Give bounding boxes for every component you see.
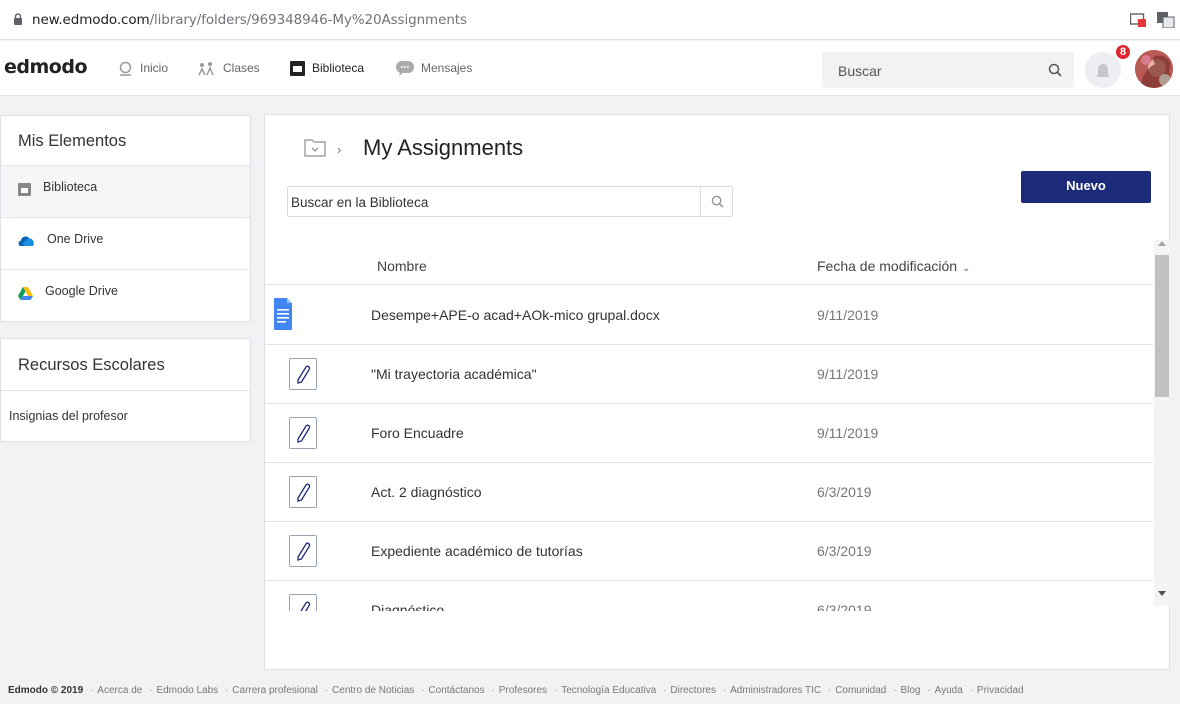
footer-link[interactable]: Privacidad: [977, 685, 1024, 696]
nav-clases[interactable]: Clases: [198, 59, 260, 77]
file-name: Foro Encuadre: [371, 425, 464, 441]
search-icon[interactable]: [1048, 63, 1062, 77]
sidebar-item-label: One Drive: [47, 232, 104, 246]
table-row[interactable]: Foro Encuadre 9/11/2019: [265, 404, 1153, 463]
top-navigation: edmodo Inicio Clases Biblioteca Mensajes…: [0, 41, 1180, 96]
edmodo-logo[interactable]: edmodo: [4, 56, 88, 78]
table-scrollbar[interactable]: [1154, 240, 1170, 606]
translate-icon[interactable]: [1157, 12, 1175, 28]
library-search-value: Buscar en la Biblioteca: [291, 195, 429, 210]
lock-icon: [14, 13, 22, 25]
assignment-pencil-icon: [289, 417, 317, 449]
table-header: Nombre Fecha de modificación ⌄: [265, 241, 1153, 285]
my-items-panel: Mis Elementos Biblioteca One Drive Googl…: [0, 115, 251, 322]
file-name: Desempe+APE-o acad+AOk-mico grupal.docx: [371, 307, 660, 323]
footer-copyright: Edmodo © 2019: [8, 685, 84, 696]
nav-inicio-label: Inicio: [140, 61, 169, 75]
scroll-up-arrow-icon[interactable]: [1158, 241, 1166, 246]
table-row[interactable]: Expediente académico de tutorías 6/3/201…: [265, 522, 1153, 581]
column-header-name[interactable]: Nombre: [377, 258, 427, 274]
cast-icon[interactable]: [1130, 13, 1146, 27]
sidebar-item-biblioteca[interactable]: Biblioteca: [1, 166, 250, 218]
footer-link[interactable]: Centro de Noticias: [332, 685, 414, 696]
sidebar-item-onedrive[interactable]: One Drive: [1, 218, 250, 270]
messages-icon: [396, 60, 414, 76]
table-row[interactable]: Diagnóstico 6/3/2019: [265, 581, 1153, 611]
footer-link[interactable]: Tecnología Educativa: [561, 685, 656, 696]
search-divider: [700, 187, 701, 216]
sort-chevron-down-icon: ⌄: [962, 263, 971, 274]
library-search-input[interactable]: Buscar en la Biblioteca: [287, 186, 733, 217]
sidebar-item-label: Biblioteca: [43, 180, 98, 194]
google-doc-icon: [274, 298, 292, 330]
sidebar-item-google-drive[interactable]: Google Drive: [1, 270, 250, 322]
footer-link[interactable]: Edmodo Labs: [156, 685, 218, 696]
footer-link[interactable]: Acerca de: [97, 685, 142, 696]
footer-link[interactable]: Comunidad: [835, 685, 886, 696]
breadcrumb-chevron-icon: ›: [337, 142, 342, 157]
library-icon: [18, 183, 31, 196]
global-search-placeholder: Buscar: [838, 63, 882, 79]
google-drive-icon: [18, 287, 33, 300]
page-title: My Assignments: [363, 135, 524, 160]
footer-link[interactable]: Ayuda: [935, 685, 963, 696]
notification-badge: 8: [1114, 43, 1132, 61]
nav-biblioteca[interactable]: Biblioteca: [290, 59, 364, 77]
url-host: new.edmodo.com: [32, 12, 150, 28]
assignment-pencil-icon: [289, 476, 317, 508]
browser-address-bar[interactable]: new.edmodo.com/library/folders/969348946…: [0, 0, 1180, 40]
user-avatar[interactable]: [1135, 50, 1173, 88]
nav-clases-label: Clases: [223, 61, 260, 75]
file-name: "Mi trayectoria académica": [371, 366, 537, 382]
file-date: 9/11/2019: [817, 307, 879, 323]
assignment-pencil-icon: [289, 594, 317, 611]
assignment-pencil-icon: [289, 358, 317, 390]
global-search-input[interactable]: Buscar: [822, 52, 1074, 88]
file-name: Act. 2 diagnóstico: [371, 484, 482, 500]
file-date: 9/11/2019: [817, 425, 879, 441]
folder-icon[interactable]: [304, 137, 326, 157]
school-resources-title: Recursos Escolares: [1, 339, 250, 391]
footer-link[interactable]: Blog: [900, 685, 920, 696]
file-date: 6/3/2019: [817, 484, 872, 500]
file-date: 9/11/2019: [817, 366, 879, 382]
file-name: Diagnóstico: [371, 602, 445, 611]
my-items-title: Mis Elementos: [1, 116, 250, 166]
url-path: /library/folders/969348946-My%20Assignme…: [149, 12, 467, 28]
home-icon: [119, 61, 132, 76]
school-resources-panel: Recursos Escolares Insignias del profeso…: [0, 338, 251, 442]
footer-link[interactable]: Contáctanos: [428, 685, 484, 696]
footer-link[interactable]: Profesores: [499, 685, 547, 696]
nav-mensajes-label: Mensajes: [421, 61, 473, 75]
search-icon[interactable]: [711, 195, 724, 208]
column-header-date[interactable]: Fecha de modificación ⌄: [817, 258, 970, 274]
scroll-down-arrow-icon[interactable]: [1158, 591, 1166, 596]
sidebar-item-teacher-badges[interactable]: Insignias del profesor: [1, 391, 250, 423]
sidebar-item-label: Google Drive: [45, 284, 118, 298]
new-button[interactable]: Nuevo: [1021, 171, 1151, 203]
onedrive-icon: [18, 236, 34, 246]
file-date: 6/3/2019: [817, 602, 872, 611]
table-row[interactable]: Act. 2 diagnóstico 6/3/2019: [265, 463, 1153, 522]
footer-link[interactable]: Directores: [670, 685, 716, 696]
file-table: Nombre Fecha de modificación ⌄ Desempe+AP…: [265, 241, 1153, 611]
library-icon: [290, 60, 305, 76]
file-date: 6/3/2019: [817, 543, 872, 559]
scroll-thumb[interactable]: [1155, 255, 1169, 397]
url-text[interactable]: new.edmodo.com/library/folders/969348946…: [32, 12, 467, 28]
table-row[interactable]: Desempe+APE-o acad+AOk-mico grupal.docx …: [265, 286, 1153, 345]
nav-inicio[interactable]: Inicio: [118, 59, 168, 77]
file-name: Expediente académico de tutorías: [371, 543, 583, 559]
classes-icon: [198, 61, 214, 75]
assignment-pencil-icon: [289, 535, 317, 567]
nav-mensajes[interactable]: Mensajes: [396, 59, 472, 77]
footer: Edmodo © 2019 · Acerca de · Edmodo Labs · C…: [8, 685, 1024, 696]
footer-link[interactable]: Carrera profesional: [232, 685, 318, 696]
table-row[interactable]: "Mi trayectoria académica" 9/11/2019: [265, 345, 1153, 404]
footer-link[interactable]: Administradores TIC: [730, 685, 821, 696]
bell-icon: [1097, 64, 1109, 77]
nav-biblioteca-label: Biblioteca: [312, 61, 365, 75]
library-folder-panel: › My Assignments Buscar en la Biblioteca…: [264, 114, 1170, 670]
column-header-date-label: Fecha de modificación: [817, 258, 958, 274]
